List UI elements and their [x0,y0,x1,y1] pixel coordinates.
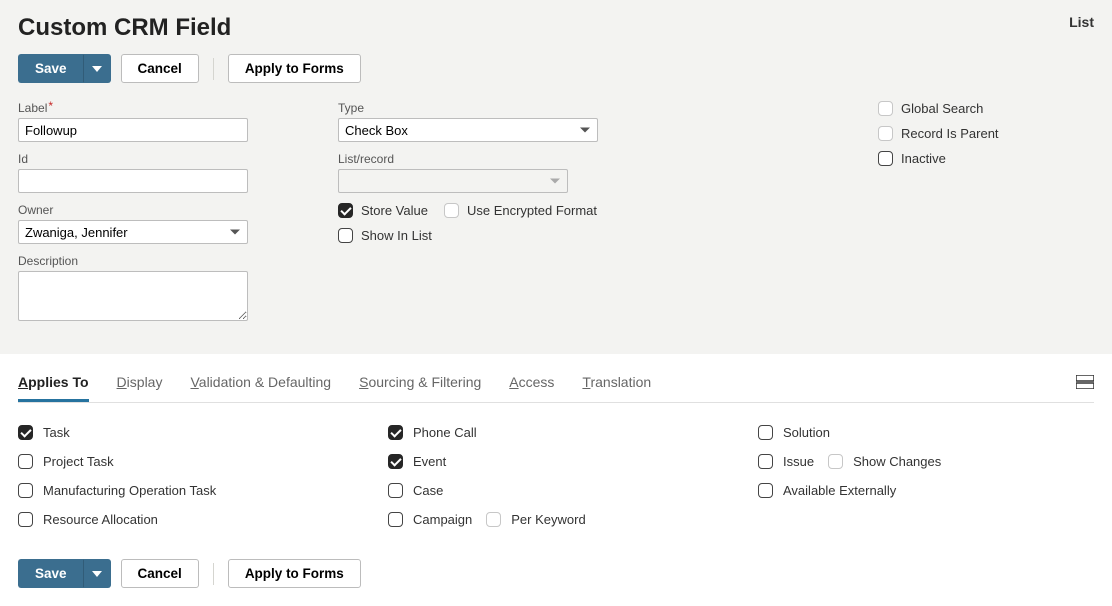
solution-checkbox[interactable] [758,425,773,440]
campaign-checkbox[interactable] [388,512,403,527]
use-encrypted-label: Use Encrypted Format [467,203,597,218]
cancel-button[interactable]: Cancel [121,54,199,83]
save-button-group: Save [18,54,111,83]
manufacturing-op-label: Manufacturing Operation Task [43,483,216,498]
description-field-label: Description [18,254,278,268]
footer-apply-to-forms-button[interactable]: Apply to Forms [228,559,361,588]
tab-translation[interactable]: Translation [582,374,651,402]
inactive-checkbox[interactable] [878,151,893,166]
footer-cancel-button[interactable]: Cancel [121,559,199,588]
tab-applies-to[interactable]: Applies To [18,374,89,402]
campaign-label: Campaign [413,512,472,527]
listrecord-select [338,169,568,193]
type-field-label: Type [338,101,678,115]
show-changes-checkbox[interactable] [828,454,843,469]
id-input[interactable] [18,169,248,193]
show-in-list-checkbox[interactable] [338,228,353,243]
tab-display[interactable]: Display [117,374,163,402]
resource-alloc-label: Resource Allocation [43,512,158,527]
apply-to-forms-button[interactable]: Apply to Forms [228,54,361,83]
required-star-icon: * [48,99,53,113]
available-ext-checkbox[interactable] [758,483,773,498]
footer-save-dropdown-button[interactable] [83,559,111,588]
record-is-parent-label: Record Is Parent [901,126,999,141]
task-label: Task [43,425,70,440]
button-divider [213,58,214,80]
show-in-list-label: Show In List [361,228,432,243]
project-task-label: Project Task [43,454,114,469]
case-label: Case [413,483,443,498]
tab-validation[interactable]: Validation & Defaulting [190,374,331,402]
phone-call-label: Phone Call [413,425,477,440]
per-keyword-checkbox[interactable] [486,512,501,527]
store-value-label: Store Value [361,203,428,218]
footer-save-button[interactable]: Save [18,559,83,588]
global-search-label: Global Search [901,101,983,116]
show-changes-label: Show Changes [853,454,941,469]
chevron-down-icon [92,571,102,577]
owner-field-label: Owner [18,203,278,217]
label-field-label: Label* [18,101,278,115]
id-field-label: Id [18,152,278,166]
footer-save-button-group: Save [18,559,111,588]
type-select[interactable] [338,118,598,142]
save-button[interactable]: Save [18,54,83,83]
list-link[interactable]: List [1069,14,1094,30]
listrecord-field-label: List/record [338,152,678,166]
tab-access[interactable]: Access [509,374,554,402]
owner-select[interactable] [18,220,248,244]
inactive-label: Inactive [901,151,946,166]
list-view-icon [1076,375,1094,389]
issue-checkbox[interactable] [758,454,773,469]
tab-sourcing[interactable]: Sourcing & Filtering [359,374,481,402]
label-input[interactable] [18,118,248,142]
per-keyword-label: Per Keyword [511,512,585,527]
solution-label: Solution [783,425,830,440]
footer-button-divider [213,563,214,585]
chevron-down-icon [92,66,102,72]
tab-view-toggle-button[interactable] [1076,375,1094,402]
description-textarea[interactable] [18,271,248,321]
project-task-checkbox[interactable] [18,454,33,469]
store-value-checkbox[interactable] [338,203,353,218]
issue-label: Issue [783,454,814,469]
event-checkbox[interactable] [388,454,403,469]
task-checkbox[interactable] [18,425,33,440]
global-search-checkbox[interactable] [878,101,893,116]
page-title: Custom CRM Field [18,14,231,42]
available-ext-label: Available Externally [783,483,896,498]
save-dropdown-button[interactable] [83,54,111,83]
manufacturing-op-checkbox[interactable] [18,483,33,498]
use-encrypted-checkbox[interactable] [444,203,459,218]
case-checkbox[interactable] [388,483,403,498]
record-is-parent-checkbox[interactable] [878,126,893,141]
event-label: Event [413,454,446,469]
phone-call-checkbox[interactable] [388,425,403,440]
resource-alloc-checkbox[interactable] [18,512,33,527]
